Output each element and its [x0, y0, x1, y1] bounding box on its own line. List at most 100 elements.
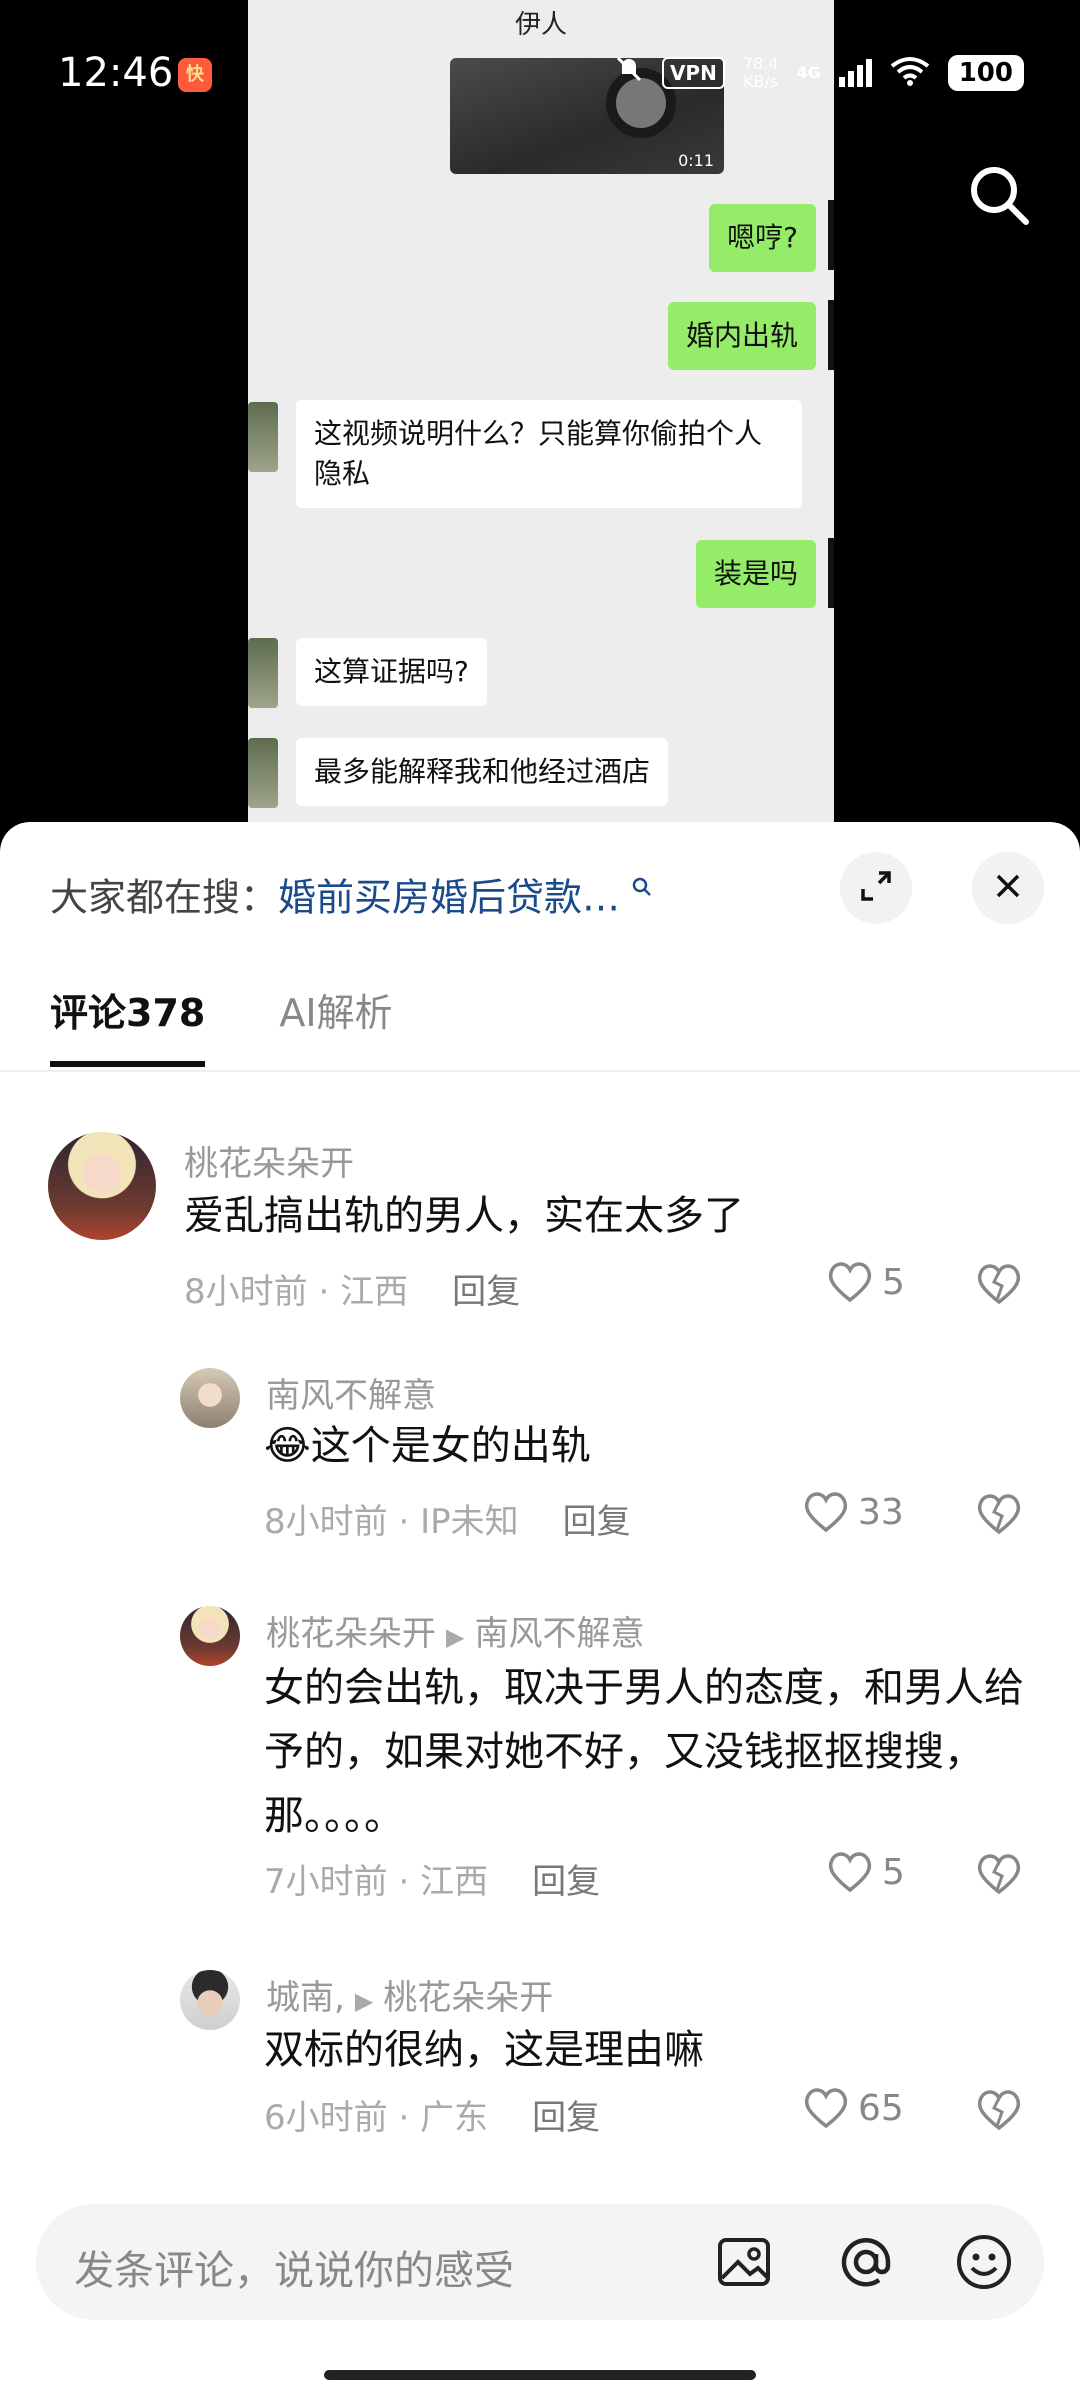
reply-button[interactable]: 回复 — [452, 1272, 520, 1312]
avatar[interactable] — [48, 1132, 156, 1240]
dislike-button[interactable] — [974, 1260, 1024, 1306]
comment-username-line: 桃花朵朵开 ▶ 南风不解意 — [266, 1606, 644, 1655]
tab-comments[interactable]: 评论378 — [50, 982, 206, 1067]
like-count: 5 — [882, 1261, 905, 1303]
comment-sheet: 大家都在搜：婚前买房婚后贷款… 评论378 AI解析 桃花朵朵开 爱乱搞出轨的男… — [0, 822, 1080, 2400]
dislike-button[interactable] — [974, 1850, 1024, 1896]
video-duration: 0:11 — [678, 151, 714, 170]
close-button[interactable] — [972, 852, 1044, 924]
comment-location: 江西 — [420, 1862, 489, 1902]
search-icon[interactable] — [964, 160, 1034, 230]
mute-icon — [614, 54, 644, 91]
heart-icon — [828, 1852, 872, 1893]
status-bar: 12:46 快 VPN 78.4 KB/s 4G 100 — [0, 0, 1080, 150]
chat-message: 婚内出轨 — [667, 302, 816, 370]
expand-icon — [859, 869, 893, 907]
comment-username-line: 城南, ▶ 桃花朵朵开 — [266, 1970, 553, 2019]
comment-text-body: 这个是女的出轨 — [310, 1423, 591, 1469]
reply-button[interactable]: 回复 — [532, 1862, 600, 1902]
like-button[interactable]: 65 — [802, 2086, 904, 2130]
vpn-badge: VPN — [661, 56, 725, 89]
home-indicator[interactable] — [324, 2370, 756, 2380]
chat-message: 这算证据吗? — [296, 638, 487, 706]
comment-location: IP未知 — [420, 1502, 519, 1542]
tabs-divider — [0, 1070, 1080, 1072]
dislike-button[interactable] — [974, 2086, 1024, 2132]
reply-arrow-icon: ▶ — [446, 1623, 465, 1651]
trending-search-query[interactable]: 婚前买房婚后贷款… — [278, 876, 620, 920]
app-notification-icon: 快 — [178, 58, 212, 92]
reply-button[interactable]: 回复 — [563, 1502, 631, 1542]
chat-avatar — [248, 738, 278, 808]
close-icon — [993, 871, 1023, 905]
comment-text: 双标的很纳，这是理由嘛 — [264, 2027, 704, 2073]
comment-meta: 8小时前 · 江西 回复 — [184, 1272, 521, 1312]
like-button[interactable]: 33 — [802, 1490, 904, 1534]
like-count: 33 — [858, 1491, 904, 1533]
heart-icon — [804, 2088, 848, 2129]
comment-time: 8小时前 — [264, 1502, 388, 1542]
speed-value: 78.4 — [742, 53, 779, 73]
comment-meta: 7小时前 · 江西 回复 — [264, 1862, 601, 1902]
reply-button[interactable]: 回复 — [532, 2098, 600, 2138]
reply-to-username[interactable]: 南风不解意 — [474, 1614, 644, 1654]
chat-avatar — [828, 300, 834, 370]
chat-avatar — [248, 402, 278, 472]
reply-to-username[interactable]: 桃花朵朵开 — [383, 1978, 553, 2018]
status-time: 12:46 — [58, 50, 174, 96]
network-type: 4G — [796, 63, 821, 82]
chat-message: 最多能解释我和他经过酒店 — [296, 738, 669, 806]
comment-text: 😂这个是女的出轨 — [264, 1414, 1044, 1478]
dislike-button[interactable] — [974, 1490, 1024, 1536]
speed-unit: KB/s — [743, 71, 779, 91]
comment-meta: 8小时前 · IP未知 回复 — [264, 1502, 631, 1542]
chat-avatar — [828, 538, 834, 608]
comment-username[interactable]: 桃花朵朵开 — [266, 1614, 436, 1654]
avatar[interactable] — [180, 1606, 240, 1666]
network-speed: 78.4 KB/s — [742, 53, 779, 91]
heart-icon — [804, 1492, 848, 1533]
chat-message: 装是吗 — [695, 540, 816, 608]
comment-username[interactable]: 城南, — [266, 1978, 345, 2018]
broken-heart-icon — [977, 1854, 1021, 1895]
avatar[interactable] — [180, 1970, 240, 2030]
trending-search[interactable]: 大家都在搜：婚前买房婚后贷款… — [50, 862, 652, 922]
tab-ai-analysis[interactable]: AI解析 — [279, 982, 392, 1067]
comment-location: 广东 — [420, 2098, 489, 2138]
like-button[interactable]: 5 — [826, 1260, 905, 1304]
chat-message: 这视频说明什么？只能算你偷拍个人隐私 — [296, 400, 802, 508]
comment-time: 6小时前 — [264, 2098, 388, 2138]
heart-icon — [828, 1262, 872, 1303]
comment-username[interactable]: 桃花朵朵开 — [184, 1136, 354, 1185]
broken-heart-icon — [977, 1264, 1021, 1305]
status-indicators: VPN 78.4 KB/s 4G 100 — [614, 54, 1024, 91]
broken-heart-icon — [977, 1494, 1021, 1535]
signal-icon — [838, 58, 872, 87]
trending-search-prefix: 大家都在搜： — [50, 875, 279, 920]
comment-time: 8小时前 — [184, 1272, 308, 1312]
comment-username[interactable]: 南风不解意 — [266, 1368, 436, 1417]
emoji-icon[interactable] — [954, 2232, 1014, 2292]
comment-location: 江西 — [340, 1272, 409, 1312]
sheet-tabs: 评论378 AI解析 — [50, 982, 393, 1067]
image-icon[interactable] — [714, 2232, 774, 2292]
broken-heart-icon — [977, 2090, 1021, 2131]
like-count: 5 — [882, 1851, 905, 1893]
wifi-icon — [890, 56, 930, 90]
chat-avatar — [828, 200, 834, 270]
battery-indicator: 100 — [947, 54, 1024, 91]
comment-time: 7小时前 — [264, 1862, 388, 1902]
like-button[interactable]: 5 — [826, 1850, 905, 1894]
comment-input[interactable]: 发条评论，说说你的感受 — [74, 2238, 514, 2296]
comment-text: 女的会出轨，取决于男人的态度，和男人给予的，如果对她不好，又没钱抠抠搜搜，那。。… — [264, 1665, 1024, 1839]
at-icon[interactable] — [836, 2232, 896, 2292]
expand-button[interactable] — [840, 852, 912, 924]
like-count: 65 — [858, 2087, 904, 2129]
comment-input-bar[interactable]: 发条评论，说说你的感受 — [36, 2204, 1044, 2320]
laughing-crying-emoji: 😂 — [264, 1423, 311, 1469]
search-small-icon — [632, 862, 652, 896]
reply-arrow-icon: ▶ — [354, 1987, 374, 2015]
avatar[interactable] — [180, 1368, 240, 1428]
comment-text: 爱乱搞出轨的男人，实在太多了 — [184, 1193, 744, 1239]
chat-avatar — [248, 638, 278, 708]
